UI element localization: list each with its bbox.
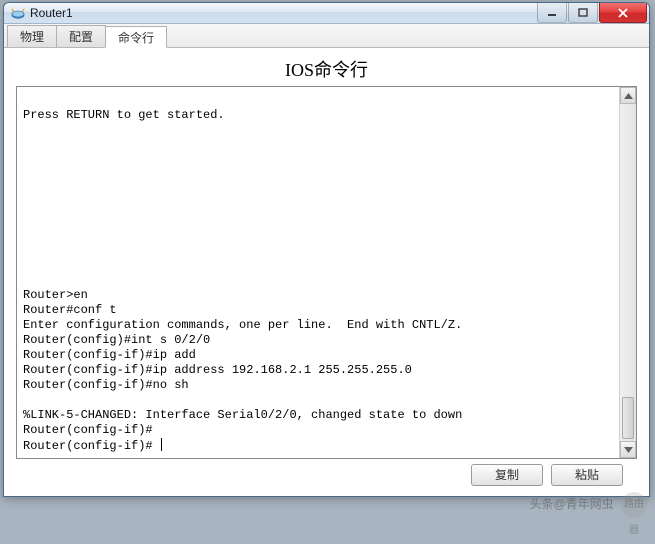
page-title: IOS命令行 xyxy=(16,56,637,82)
terminal-container: Press RETURN to get started. Router>en R… xyxy=(16,86,637,459)
scroll-up-button[interactable] xyxy=(620,87,636,104)
minimize-button[interactable] xyxy=(537,3,567,23)
window-title: Router1 xyxy=(30,6,536,20)
term-line: Router(config-if)#ip add xyxy=(23,348,196,362)
term-line: Router#conf t xyxy=(23,303,117,317)
tab-cli[interactable]: 命令行 xyxy=(105,26,167,48)
tab-config[interactable]: 配置 xyxy=(56,25,106,47)
scroll-track[interactable] xyxy=(620,104,636,441)
scroll-down-button[interactable] xyxy=(620,441,636,458)
paste-button[interactable]: 粘贴 xyxy=(551,464,623,486)
term-line: Router(config-if)# xyxy=(23,439,160,453)
term-line: Router(config-if)#ip address 192.168.2.1… xyxy=(23,363,412,377)
term-line: Router(config-if)#no sh xyxy=(23,378,189,392)
term-line: %LINK-5-CHANGED: Interface Serial0/2/0, … xyxy=(23,408,462,422)
scrollbar[interactable] xyxy=(619,87,636,458)
window-controls xyxy=(536,3,647,23)
app-window: Router1 物理 配置 命令行 IOS命令行 Press RETURN to… xyxy=(3,2,650,497)
term-line: Router>en xyxy=(23,288,88,302)
terminal-cursor xyxy=(161,438,162,451)
tabstrip: 物理 配置 命令行 xyxy=(4,24,649,48)
terminal[interactable]: Press RETURN to get started. Router>en R… xyxy=(17,87,619,458)
watermark: 头条@青年网虫 路由器 xyxy=(529,492,647,518)
bottom-bar: 复制 粘贴 xyxy=(16,459,637,495)
maximize-button[interactable] xyxy=(568,3,598,23)
scroll-thumb[interactable] xyxy=(622,397,634,439)
router-icon xyxy=(10,5,26,21)
term-line: Press RETURN to get started. xyxy=(23,108,225,122)
copy-button[interactable]: 复制 xyxy=(471,464,543,486)
tab-content: IOS命令行 Press RETURN to get started. Rout… xyxy=(4,48,649,497)
client-area: 物理 配置 命令行 IOS命令行 Press RETURN to get sta… xyxy=(4,24,649,497)
close-button[interactable] xyxy=(599,3,647,23)
tab-physical[interactable]: 物理 xyxy=(7,25,57,47)
watermark-text: 头条@青年网虫 xyxy=(529,497,613,511)
term-line: Router(config-if)# xyxy=(23,423,153,437)
watermark-icon: 路由器 xyxy=(621,492,647,518)
term-line: Enter configuration commands, one per li… xyxy=(23,318,462,332)
titlebar[interactable]: Router1 xyxy=(4,3,649,24)
term-line: Router(config)#int s 0/2/0 xyxy=(23,333,210,347)
